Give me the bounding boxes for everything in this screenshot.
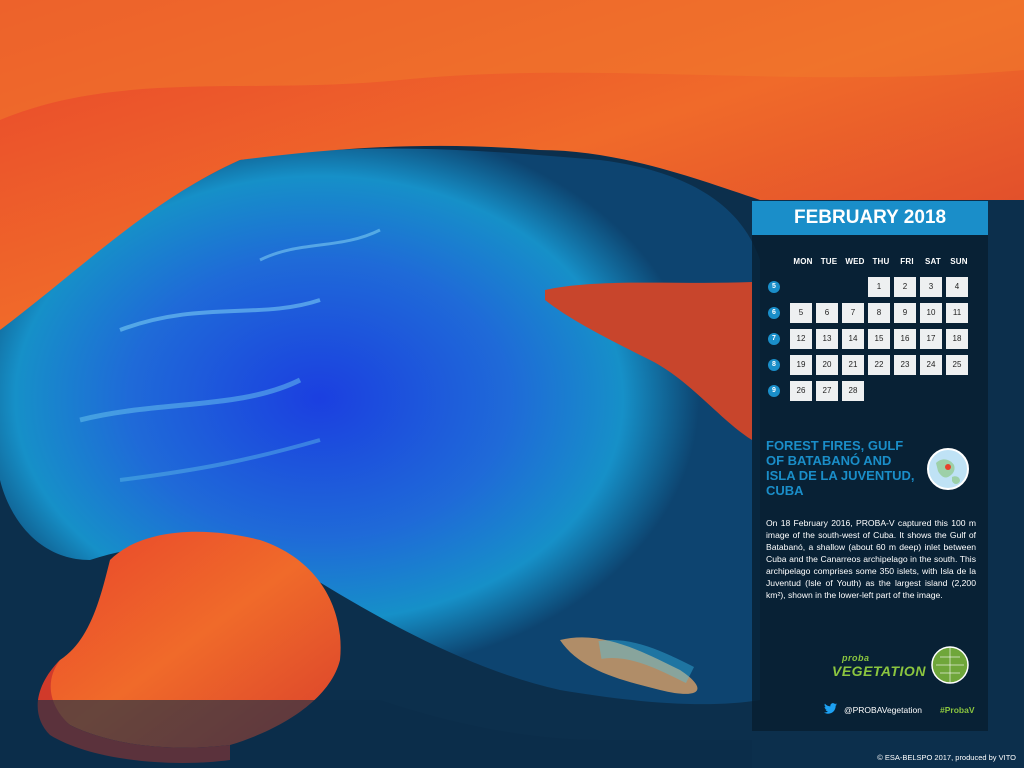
day-header-sat: SAT	[924, 257, 941, 266]
day-cell: 25	[946, 355, 968, 375]
day-header-mon: MON	[793, 257, 813, 266]
week-number: 5	[768, 281, 780, 293]
day-cell: 20	[816, 355, 838, 375]
day-cell: 10	[920, 303, 942, 323]
logo-big-text: VEGETATION	[832, 663, 926, 679]
day-cell: 18	[946, 329, 968, 349]
day-header-fri: FRI	[900, 257, 914, 266]
day-cell: 22	[868, 355, 890, 375]
day-cell: 21	[842, 355, 864, 375]
globe-icon	[927, 448, 969, 490]
week-number: 7	[768, 333, 780, 345]
image-credit: © ESA-BELSPO 2017, produced by VITO	[877, 753, 1016, 762]
day-cell: 2	[894, 277, 916, 297]
day-cell: 17	[920, 329, 942, 349]
week-number: 6	[768, 307, 780, 319]
logo-small-text: proba	[842, 653, 870, 663]
day-cell: 4	[946, 277, 968, 297]
week-number: 8	[768, 359, 780, 371]
day-cell: 7	[842, 303, 864, 323]
day-cell: 8	[868, 303, 890, 323]
day-cell: 19	[790, 355, 812, 375]
day-cell: 14	[842, 329, 864, 349]
day-cell: 3	[920, 277, 942, 297]
month-title: FEBRUARY 2018	[752, 201, 988, 235]
calendar-panel: FEBRUARY 2018 MON TUE WED THU FRI SAT SU…	[752, 201, 988, 731]
day-header-thu: THU	[872, 257, 890, 266]
day-cell: 23	[894, 355, 916, 375]
day-header-tue: TUE	[820, 257, 838, 266]
feature-title: FOREST FIRES, GULF OF BATABANÓ AND ISLA …	[766, 438, 915, 498]
day-cell: 1	[868, 277, 890, 297]
day-cell: 15	[868, 329, 890, 349]
week-number: 9	[768, 385, 780, 397]
day-header-sun: SUN	[950, 257, 968, 266]
day-cell: 24	[920, 355, 942, 375]
twitter-hashtag: #ProbaV	[940, 705, 975, 715]
day-cell: 5	[790, 303, 812, 323]
twitter-handle: @PROBAVegetation	[844, 705, 922, 715]
day-cell: 6	[816, 303, 838, 323]
day-cell: 16	[894, 329, 916, 349]
day-cell: 11	[946, 303, 968, 323]
day-cell: 28	[842, 381, 864, 401]
day-cell: 12	[790, 329, 812, 349]
feature-description: On 18 February 2016, PROBA-V captured th…	[766, 518, 976, 600]
day-cell: 27	[816, 381, 838, 401]
twitter-icon	[824, 703, 837, 714]
day-cell: 13	[816, 329, 838, 349]
day-cell: 9	[894, 303, 916, 323]
day-header-wed: WED	[845, 257, 865, 266]
day-cell: 26	[790, 381, 812, 401]
